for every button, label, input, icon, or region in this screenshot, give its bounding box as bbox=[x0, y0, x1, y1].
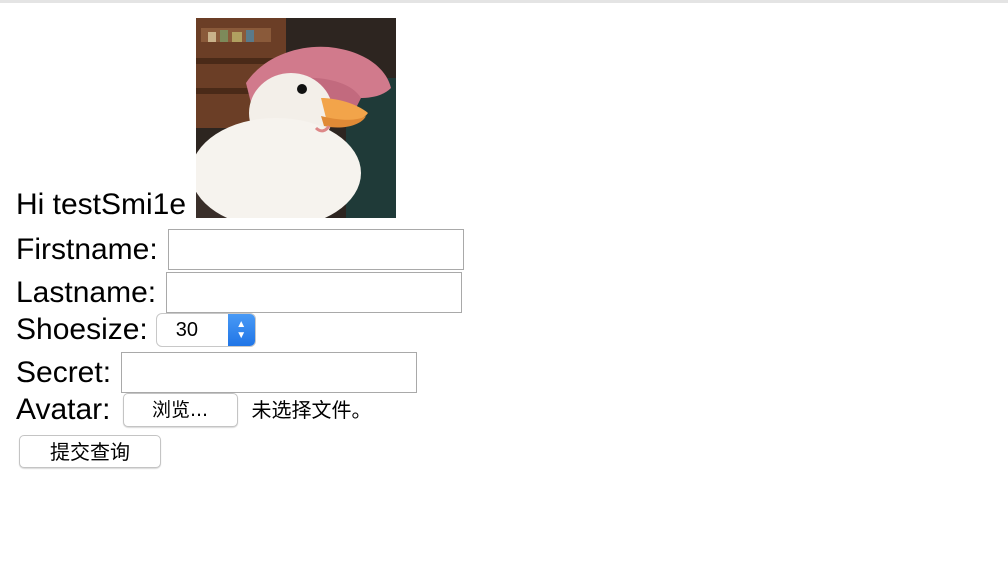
lastname-label: Lastname: bbox=[16, 275, 157, 309]
greeting-text: Hi testSmi1e bbox=[16, 188, 187, 221]
secret-input[interactable] bbox=[121, 352, 418, 393]
select-stepper-icon: ▲ ▼ bbox=[227, 314, 255, 346]
page: Hi testSmi1e Firstname: Lastname: Shoesi… bbox=[0, 0, 1008, 580]
chevron-up-icon: ▲ bbox=[236, 319, 247, 330]
shoesize-row: Shoesize: 30 ▲ ▼ bbox=[16, 313, 256, 347]
submit-button[interactable]: 提交查询 bbox=[19, 435, 161, 468]
shoesize-value: 30 bbox=[175, 319, 198, 341]
lastname-row: Lastname: bbox=[16, 272, 463, 313]
greeting-row: Hi testSmi1e bbox=[16, 18, 397, 221]
submit-row: 提交查询 bbox=[16, 435, 161, 468]
browse-button[interactable]: 浏览... bbox=[122, 393, 238, 427]
shoesize-label: Shoesize: bbox=[16, 313, 148, 346]
avatar-row: Avatar: 浏览... 未选择文件。 bbox=[16, 393, 372, 427]
lastname-input[interactable] bbox=[166, 272, 463, 313]
firstname-input[interactable] bbox=[167, 229, 464, 270]
avatar-image bbox=[196, 18, 397, 218]
firstname-row: Firstname: bbox=[16, 229, 464, 270]
secret-row: Secret: bbox=[16, 352, 418, 393]
shoesize-select[interactable]: 30 ▲ ▼ bbox=[155, 313, 256, 347]
duck-photo-icon bbox=[196, 18, 397, 218]
file-status: 未选择文件。 bbox=[251, 398, 372, 422]
avatar-label: Avatar: bbox=[16, 393, 111, 426]
firstname-label: Firstname: bbox=[16, 232, 158, 266]
secret-label: Secret: bbox=[16, 355, 112, 389]
chevron-down-icon: ▼ bbox=[236, 330, 247, 341]
